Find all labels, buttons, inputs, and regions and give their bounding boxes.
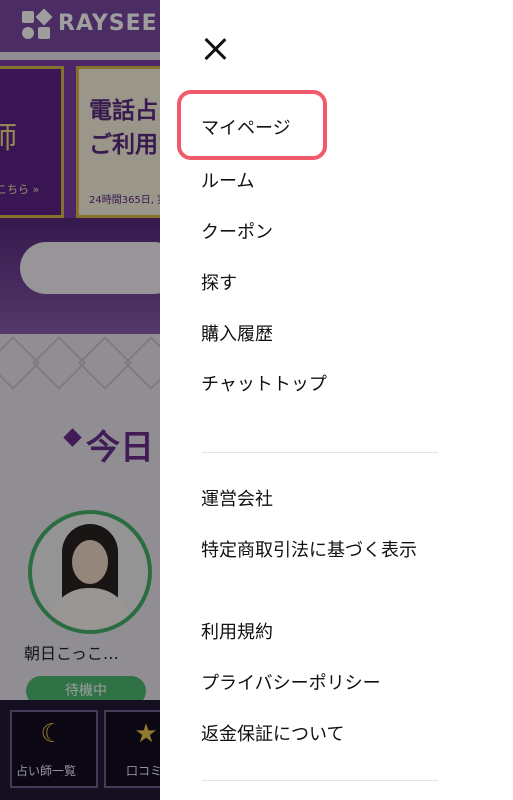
menu-item-room[interactable]: ルーム — [201, 167, 254, 197]
menu-divider — [202, 780, 438, 781]
menu-item-refund-guarantee[interactable]: 返金保証について — [201, 720, 344, 750]
menu-item-search[interactable]: 探す — [201, 269, 237, 299]
menu-item-legal-notice[interactable]: 特定商取引法に基づく表示 — [201, 533, 451, 569]
menu-item-terms[interactable]: 利用規約 — [201, 618, 273, 648]
side-drawer: マイページ ルーム クーポン 探す 購入履歴 チャットトップ 運営会社 特定商取… — [160, 0, 513, 800]
dim-overlay[interactable] — [0, 0, 160, 800]
menu-item-chat-top[interactable]: チャットトップ — [201, 370, 327, 400]
menu-item-mypage[interactable]: マイページ — [201, 114, 291, 144]
menu-item-purchase-history[interactable]: 購入履歴 — [201, 320, 273, 350]
close-icon[interactable] — [198, 32, 232, 66]
menu-item-coupon[interactable]: クーポン — [201, 218, 273, 248]
menu-item-privacy-policy[interactable]: プライバシーポリシー — [201, 669, 381, 699]
background-page: RAYSEE 師 はこちら » 電話占い ご利用す 24時間365日, 実 今日… — [0, 0, 160, 800]
menu-divider — [202, 452, 438, 453]
menu-item-company[interactable]: 運営会社 — [201, 485, 273, 515]
